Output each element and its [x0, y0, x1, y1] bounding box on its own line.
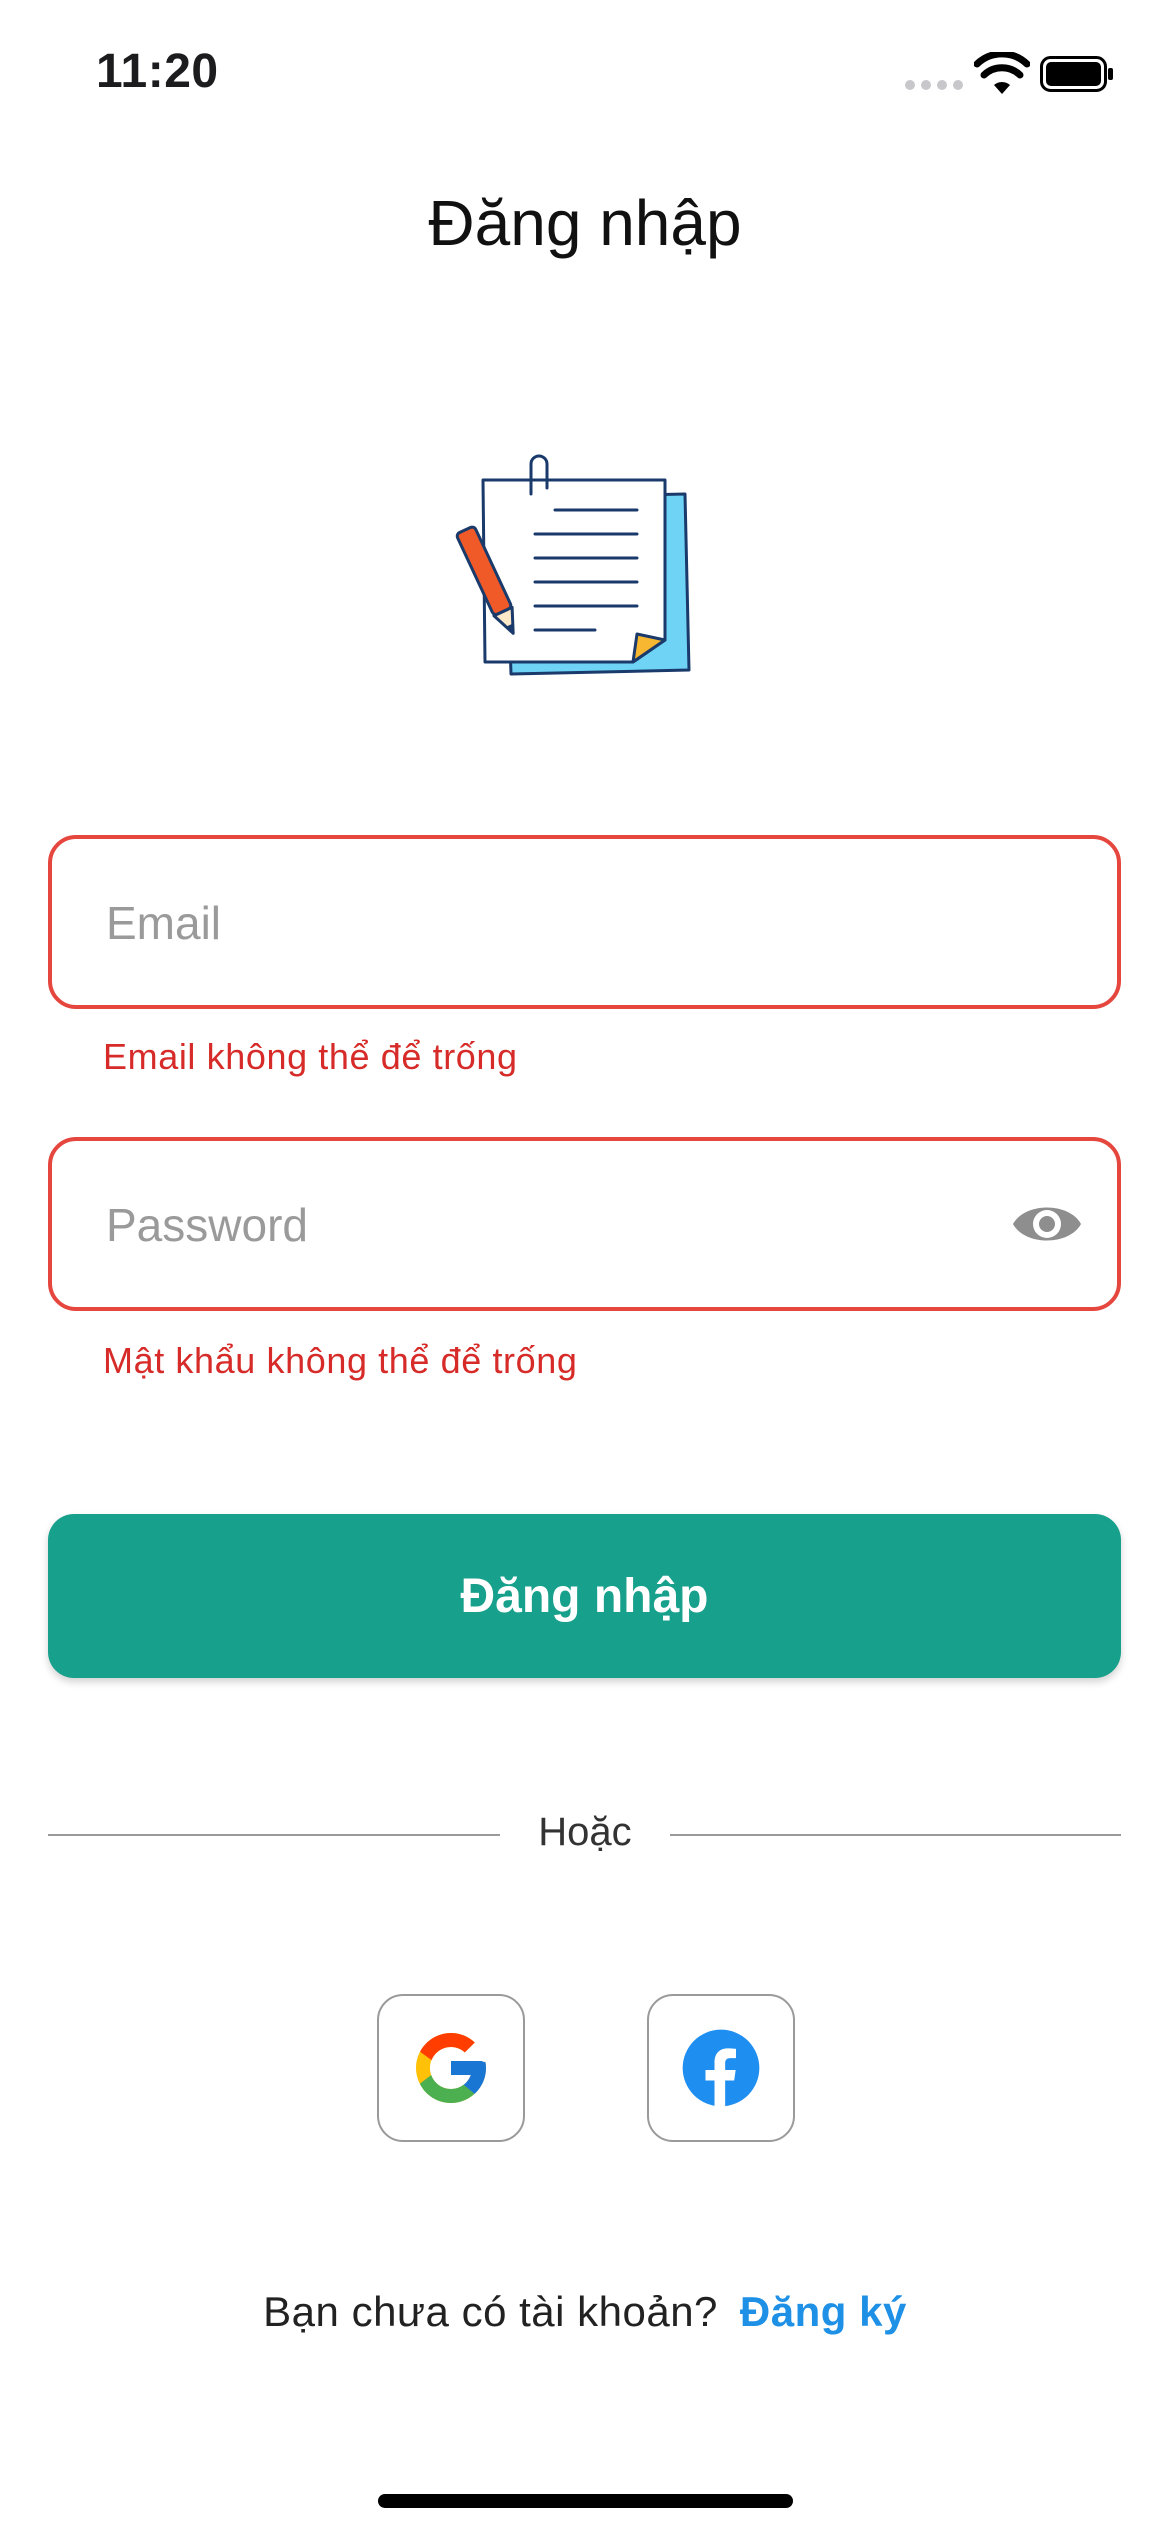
battery-icon	[1040, 56, 1113, 92]
password-error-message: Mật khẩu không thể để trống	[103, 1340, 578, 1381]
signup-row: Bạn chưa có tài khoản? Đăng ký	[0, 2288, 1170, 2336]
facebook-login-button[interactable]	[647, 1994, 795, 2142]
signup-link[interactable]: Đăng ký	[740, 2288, 907, 2335]
google-icon	[416, 2033, 486, 2103]
wifi-icon	[974, 52, 1030, 94]
password-field[interactable]	[48, 1137, 1121, 1311]
signup-prompt: Bạn chưa có tài khoản?	[263, 2288, 718, 2335]
password-input[interactable]	[104, 1141, 988, 1309]
email-field[interactable]	[48, 835, 1121, 1009]
login-button[interactable]: Đăng nhập	[48, 1514, 1121, 1678]
home-indicator	[378, 2494, 793, 2508]
cellular-signal-icon	[905, 80, 965, 92]
google-login-button[interactable]	[377, 1994, 525, 2142]
divider-line-right	[670, 1834, 1121, 1836]
email-error-message: Email không thể để trống	[103, 1036, 518, 1077]
email-input[interactable]	[104, 839, 988, 1007]
show-password-eye-icon[interactable]	[1011, 1190, 1083, 1258]
status-time: 11:20	[96, 45, 219, 98]
notes-illustration-icon	[455, 454, 691, 676]
or-divider-label: Hoặc	[538, 1810, 632, 1854]
page-title: Đăng nhập	[428, 187, 742, 259]
facebook-icon	[682, 2029, 760, 2108]
divider-line-left	[48, 1834, 500, 1836]
